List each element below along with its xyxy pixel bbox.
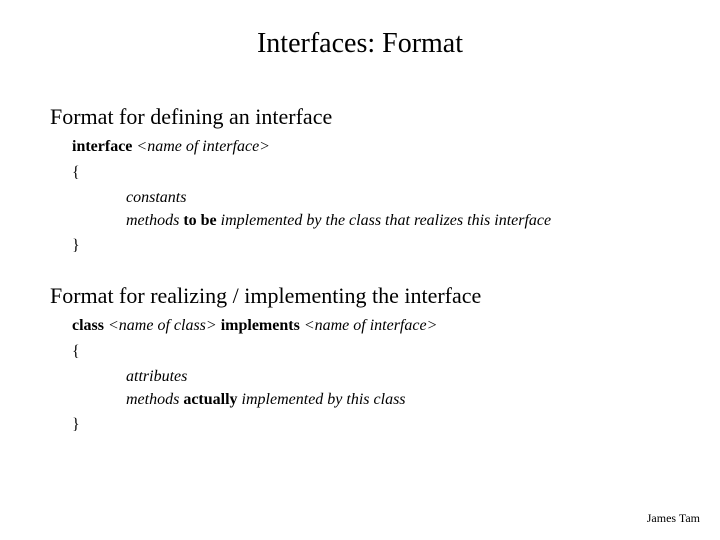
param-class-name: <name of class> bbox=[108, 317, 217, 334]
open-brace: { bbox=[72, 162, 670, 184]
slide: Interfaces: Format Format for defining a… bbox=[0, 0, 720, 540]
text-methods-post-2: implemented by this class bbox=[238, 391, 406, 408]
text-methods-pre-2: methods bbox=[126, 391, 183, 408]
code-block-defining: interface <name of interface> { constant… bbox=[50, 136, 670, 257]
section-implementing: Format for realizing / implementing the … bbox=[50, 283, 670, 436]
slide-title: Interfaces: Format bbox=[50, 28, 670, 60]
line-methods-actually: methods actually implemented by this cla… bbox=[126, 389, 670, 411]
section-heading-defining: Format for defining an interface bbox=[50, 104, 670, 130]
param-interface-name: <name of interface> bbox=[136, 138, 270, 155]
interface-signature: interface <name of interface> bbox=[72, 136, 670, 158]
text-tobe-bold: to be bbox=[183, 212, 216, 229]
section-defining: Format for defining an interface interfa… bbox=[50, 104, 670, 257]
text-methods-pre: methods bbox=[126, 212, 183, 229]
close-brace-2: } bbox=[72, 414, 670, 436]
section-heading-implementing: Format for realizing / implementing the … bbox=[50, 283, 670, 309]
class-signature: class <name of class> implements <name o… bbox=[72, 315, 670, 337]
line-attributes: attributes bbox=[126, 366, 670, 388]
keyword-interface: interface bbox=[72, 138, 136, 155]
line-constants: constants bbox=[126, 187, 670, 209]
keyword-class: class bbox=[72, 317, 108, 334]
text-actually-bold: actually bbox=[183, 391, 237, 408]
footer-author: James Tam bbox=[647, 511, 700, 526]
interface-body: constants methods to be implemented by t… bbox=[72, 187, 670, 231]
code-block-implementing: class <name of class> implements <name o… bbox=[50, 315, 670, 436]
text-methods-post: implemented by the class that realizes t… bbox=[217, 212, 551, 229]
class-body: attributes methods actually implemented … bbox=[72, 366, 670, 410]
keyword-implements: implements bbox=[217, 317, 304, 334]
open-brace-2: { bbox=[72, 341, 670, 363]
line-methods-tobe: methods to be implemented by the class t… bbox=[126, 210, 670, 232]
param-interface-name-2: <name of interface> bbox=[304, 317, 438, 334]
close-brace: } bbox=[72, 235, 670, 257]
